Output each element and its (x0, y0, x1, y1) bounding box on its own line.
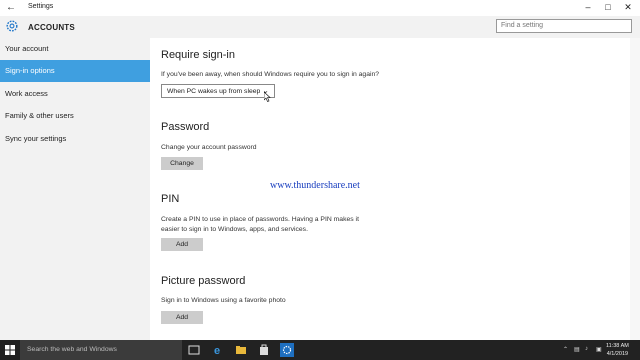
gear-icon (6, 20, 18, 32)
page-title: ACCOUNTS (28, 23, 75, 32)
sidebar: Your account Sign-in options Work access… (0, 38, 150, 340)
window-title: Settings (28, 3, 54, 10)
taskbar-search-placeholder: Search the web and Windows (27, 346, 117, 353)
tray-chevron-icon[interactable]: ⌃ (563, 346, 568, 353)
clock-time: 11:38 AM (606, 343, 629, 349)
dropdown-value: When PC wakes up from sleep (167, 88, 261, 95)
volume-icon[interactable]: ♪ (585, 346, 588, 352)
file-explorer-icon[interactable] (234, 343, 248, 357)
clock-date: 4/1/2019 (606, 351, 629, 357)
search-placeholder: Find a setting (501, 22, 544, 29)
picture-password-description: Sign in to Windows using a favorite phot… (161, 297, 286, 304)
add-picture-password-button[interactable]: Add (161, 311, 203, 324)
search-input[interactable]: Find a setting (496, 19, 632, 33)
main-content: Require sign-in If you've been away, whe… (150, 38, 630, 340)
notification-icon[interactable]: ▣ (596, 346, 602, 353)
svg-text:e: e (214, 345, 220, 357)
settings-taskbar-icon[interactable] (280, 343, 294, 357)
maximize-button[interactable]: □ (600, 1, 616, 14)
title-bar: ← Settings – □ ✕ (0, 0, 640, 16)
require-signin-question: If you've been away, when should Windows… (161, 71, 380, 78)
mouse-cursor-icon (264, 92, 271, 102)
taskbar-search-box[interactable]: Search the web and Windows (20, 340, 182, 360)
sidebar-item-your-account[interactable]: Your account (0, 38, 150, 60)
watermark-text: www.thundershare.net (270, 180, 360, 191)
sidebar-item-work-access[interactable]: Work access (0, 83, 150, 105)
password-heading: Password (161, 121, 210, 133)
password-description: Change your account password (161, 144, 257, 151)
windows-start-icon[interactable] (0, 340, 20, 360)
require-signin-heading: Require sign-in (161, 49, 235, 61)
store-icon[interactable] (257, 343, 271, 357)
taskbar: Search the web and Windows e ⌃ ▤ ♪ ▣ 11:… (0, 340, 640, 360)
back-arrow-icon[interactable]: ← (6, 2, 16, 13)
task-view-icon[interactable] (187, 343, 201, 357)
edge-browser-icon[interactable]: e (211, 343, 225, 357)
minimize-button[interactable]: – (580, 1, 596, 14)
picture-password-heading: Picture password (161, 275, 246, 287)
pin-description-line2: easier to sign in to Windows, apps, and … (161, 226, 308, 233)
system-clock[interactable]: 11:38 AM 4/1/2019 (606, 342, 629, 358)
sidebar-item-sign-in-options[interactable]: Sign-in options (0, 60, 150, 82)
scrollbar[interactable] (630, 38, 640, 340)
require-signin-dropdown[interactable]: When PC wakes up from sleep ⌄ (161, 84, 275, 98)
close-button[interactable]: ✕ (620, 1, 636, 14)
sidebar-item-sync-settings[interactable]: Sync your settings (0, 128, 150, 150)
change-password-button[interactable]: Change (161, 157, 203, 170)
sidebar-item-family-other-users[interactable]: Family & other users (0, 105, 150, 127)
pin-heading: PIN (161, 193, 180, 205)
pin-description-line1: Create a PIN to use in place of password… (161, 216, 359, 223)
add-pin-button[interactable]: Add (161, 238, 203, 251)
network-icon[interactable]: ▤ (574, 346, 580, 353)
